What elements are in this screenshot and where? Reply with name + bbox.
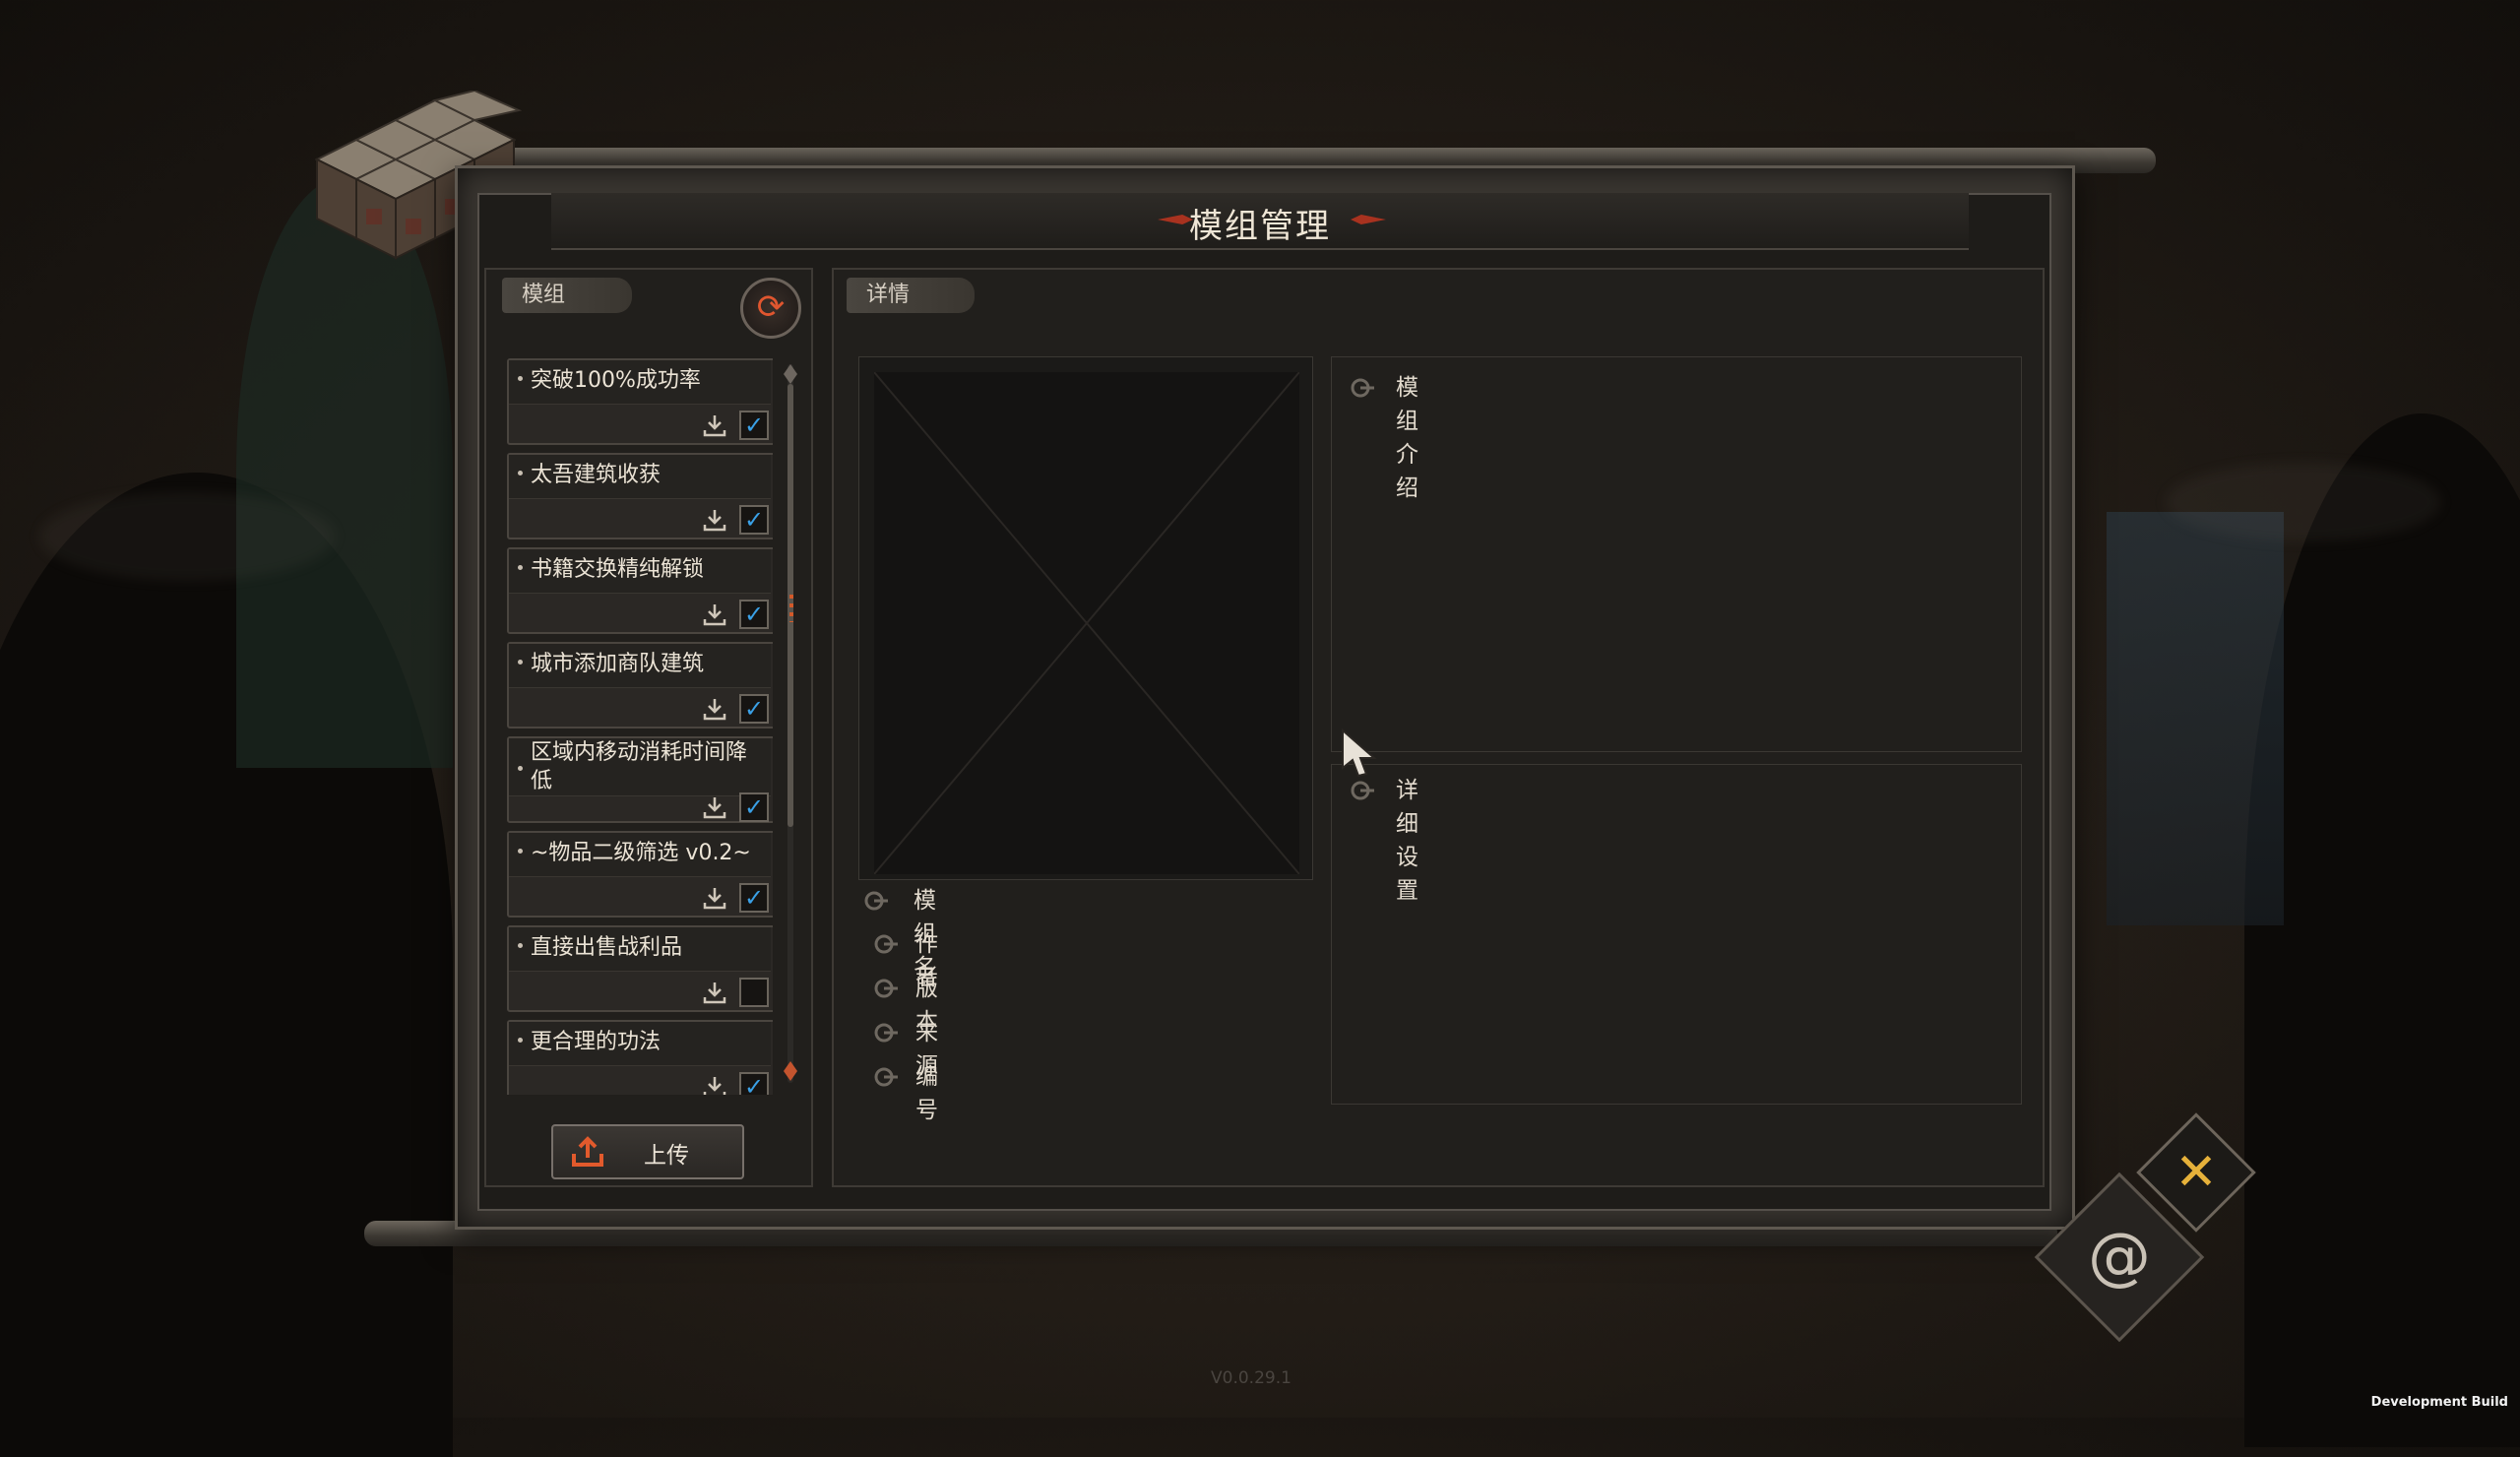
bullet: [518, 849, 523, 854]
version-text: V0.0.29.1: [1211, 1368, 1292, 1388]
mod-list-item[interactable]: 区域内移动消耗时间降低 ✓: [507, 736, 773, 823]
mod-name: 直接出售战利品: [531, 935, 683, 960]
bg-cloud: [39, 492, 335, 581]
mod-name: 太吾建筑收获: [531, 463, 662, 487]
mod-name: 书籍交换精纯解锁: [531, 557, 705, 582]
refresh-button[interactable]: ⟳: [740, 278, 801, 339]
scroll-position-marker: [789, 595, 793, 622]
upload-label: 上传: [644, 1143, 689, 1169]
spiral-emblem-icon: @: [2088, 1221, 2151, 1294]
mod-preview-image: [874, 372, 1299, 874]
enable-checkbox[interactable]: ✓: [739, 1072, 769, 1095]
bullet-brush-icon: [1351, 378, 1374, 398]
download-icon[interactable]: [702, 508, 727, 532]
mod-list-item[interactable]: 书籍交换精纯解锁 ✓: [507, 547, 773, 634]
bullet-brush-icon: [864, 891, 888, 911]
upload-icon: [572, 1136, 603, 1167]
enable-checkbox[interactable]: ✓: [739, 883, 769, 913]
bullet-brush-icon: [874, 934, 898, 954]
enable-checkbox[interactable]: ✓: [739, 792, 769, 822]
enable-checkbox[interactable]: ✓: [739, 600, 769, 629]
download-icon[interactable]: [702, 795, 727, 819]
bullet-brush-icon: [874, 979, 898, 998]
enable-checkbox[interactable]: ✓: [739, 694, 769, 724]
mod-list-item[interactable]: 突破100%成功率 ✓: [507, 358, 773, 445]
detailed-settings-box: [1331, 764, 2022, 1105]
mod-list-item[interactable]: 城市添加商队建筑 ✓: [507, 642, 773, 728]
bullet-brush-icon: [874, 1023, 898, 1043]
cursor-icon: [1342, 728, 1377, 778]
bullet: [518, 376, 523, 381]
mod-name: 突破100%成功率: [531, 368, 701, 393]
mod-intro-box: [1331, 356, 2022, 752]
enable-checkbox[interactable]: [739, 978, 769, 1007]
bullet: [518, 471, 523, 475]
tab-mods[interactable]: 模组: [502, 278, 632, 313]
mod-list: 突破100%成功率 ✓ 太吾建筑收获 ✓ 书籍交换精纯解锁 ✓ 城市添加商队建筑…: [507, 354, 773, 1095]
mod-list-item[interactable]: 更合理的功法 ✓: [507, 1020, 773, 1095]
enable-checkbox[interactable]: ✓: [739, 411, 769, 440]
id-label: 编号: [915, 1064, 938, 1123]
refresh-icon: ⟳: [756, 287, 786, 327]
bullet-brush-icon: [1351, 781, 1374, 800]
download-icon[interactable]: [702, 886, 727, 910]
download-icon[interactable]: [702, 413, 727, 437]
download-icon[interactable]: [702, 981, 727, 1004]
tab-details[interactable]: 详情: [847, 278, 975, 313]
bullet: [518, 565, 523, 570]
detailed-settings-label: 详细设置: [1396, 778, 1418, 904]
page-title: 模组管理: [1189, 207, 1331, 246]
upload-button[interactable]: 上传: [551, 1124, 744, 1179]
bullet: [518, 660, 523, 665]
bullet-brush-icon: [874, 1067, 898, 1087]
mod-list-item[interactable]: ~物品二级筛选 v0.2~ ✓: [507, 831, 773, 918]
bg-cloud: [2166, 463, 2441, 541]
dev-build-label: Development Build: [2370, 1395, 2508, 1410]
mod-list-item[interactable]: 直接出售战利品: [507, 925, 773, 1012]
mod-name: 区域内移动消耗时间降低: [531, 740, 748, 793]
mod-intro-label: 模组介绍: [1396, 375, 1418, 501]
download-icon[interactable]: [702, 1075, 727, 1095]
mod-name: ~物品二级筛选 v0.2~: [531, 841, 751, 865]
download-icon[interactable]: [702, 602, 727, 626]
mod-name: 更合理的功法: [531, 1030, 662, 1054]
bg-waterfall: [2107, 512, 2284, 925]
bg-cliff-right: [2244, 413, 2520, 1447]
mod-list-item[interactable]: 太吾建筑收获 ✓: [507, 453, 773, 539]
bullet: [518, 1038, 523, 1043]
bullet: [518, 766, 523, 771]
download-icon[interactable]: [702, 697, 727, 721]
bullet: [518, 943, 523, 948]
mod-name: 城市添加商队建筑: [531, 652, 705, 676]
enable-checkbox[interactable]: ✓: [739, 505, 769, 535]
